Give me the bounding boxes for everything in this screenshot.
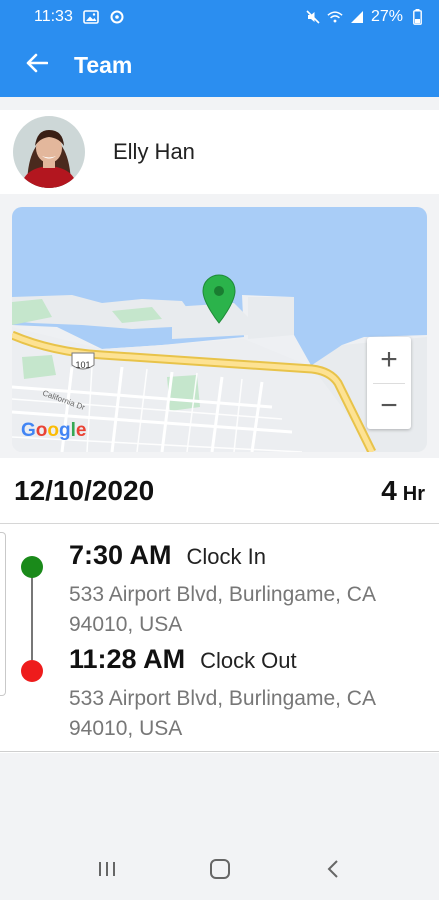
back-button[interactable] (0, 33, 50, 97)
google-logo: Google (21, 420, 86, 442)
timeline: 7:30 AM Clock In 533 Airport Blvd, Burli… (0, 524, 439, 752)
map-view[interactable]: 101 California Dr + − Google (12, 207, 427, 452)
zoom-controls: + − (367, 337, 411, 429)
app-bar: Team (0, 33, 439, 97)
employee-name: Elly Han (113, 139, 195, 164)
avatar (13, 116, 85, 188)
shift-header: 12/10/2020 4 Hr (0, 458, 439, 524)
shift-date: 12/10/2020 (14, 474, 155, 506)
logo-letter: o (35, 420, 48, 441)
logo-letter: G (21, 420, 36, 441)
battery-icon (409, 8, 425, 25)
zoom-in-button[interactable]: + (367, 337, 411, 383)
clock-out-dot-icon (21, 660, 43, 682)
event-time: 11:28 AM (69, 644, 186, 674)
back-icon (326, 859, 340, 884)
clock-in-dot-icon (21, 556, 43, 578)
system-back-button[interactable] (313, 851, 353, 891)
battery-percent: 27% (370, 7, 403, 25)
arrow-left-icon (26, 53, 49, 78)
wifi-icon (327, 9, 343, 25)
hours-unit: Hr (402, 482, 425, 505)
sync-icon (109, 9, 125, 25)
logo-letter: g (59, 420, 71, 441)
event-label: Clock In (186, 544, 267, 569)
signal-icon (349, 9, 365, 25)
logo-letter: e (75, 420, 87, 441)
timeline-event-clock-in[interactable]: 7:30 AM Clock In 533 Airport Blvd, Burli… (0, 536, 439, 640)
event-time: 7:30 AM (69, 540, 172, 570)
system-nav-bar (0, 842, 439, 900)
shift-detail: 12/10/2020 4 Hr 7:30 AM Clock In 533 Air… (0, 458, 439, 753)
recents-button[interactable] (87, 851, 127, 891)
zoom-out-button[interactable]: − (367, 384, 411, 430)
event-label: Clock Out (200, 648, 297, 673)
map-canvas: 101 California Dr (12, 207, 427, 452)
home-button[interactable] (200, 851, 240, 891)
highway-shield-label: 101 (75, 360, 90, 370)
timeline-event-clock-out[interactable]: 11:28 AM Clock Out 533 Airport Blvd, Bur… (0, 640, 439, 744)
shift-hours: 4 Hr (381, 475, 425, 507)
status-bar: 11:33 27% (0, 0, 439, 33)
home-icon (208, 857, 232, 886)
hours-value: 4 (381, 474, 397, 506)
recents-icon (96, 860, 118, 883)
mute-icon (305, 9, 321, 25)
page-title: Team (74, 51, 133, 78)
event-address: 533 Airport Blvd, Burlingame, CA 94010, … (69, 583, 375, 636)
status-time: 11:33 (34, 7, 73, 25)
profile-row[interactable]: Elly Han (0, 110, 439, 194)
event-address: 533 Airport Blvd, Burlingame, CA 94010, … (69, 687, 375, 740)
logo-letter: o (47, 420, 59, 441)
image-icon (83, 9, 99, 25)
